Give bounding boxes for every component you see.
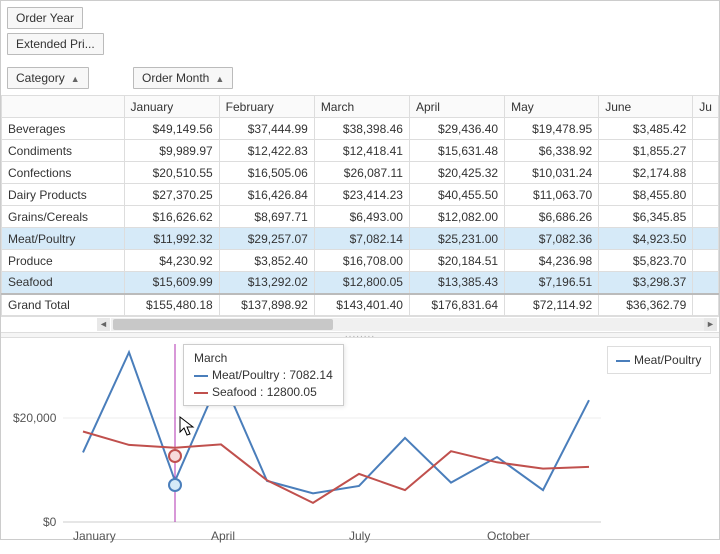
table-row-selected[interactable]: Meat/Poultry$11,992.32$29,257.07$7,082.1… — [2, 228, 719, 250]
filter-label: Category — [16, 71, 65, 85]
tooltip-title: March — [194, 351, 333, 365]
legend-item: Meat/Poultry — [634, 353, 701, 367]
filter-extended-price[interactable]: Extended Pri... — [7, 33, 104, 55]
scroll-left-icon[interactable]: ◄ — [97, 318, 110, 331]
col-may[interactable]: May — [505, 96, 599, 118]
sort-asc-icon: ▲ — [71, 74, 80, 84]
col-january[interactable]: January — [124, 96, 219, 118]
table-row[interactable]: Dairy Products$27,370.25$16,426.84$23,41… — [2, 184, 719, 206]
col-april[interactable]: April — [409, 96, 504, 118]
col-march[interactable]: March — [314, 96, 409, 118]
svg-text:April: April — [211, 529, 235, 543]
y-tick-label: $20,000 — [13, 411, 57, 425]
table-row[interactable]: Grains/Cereals$16,626.62$8,697.71$6,493.… — [2, 206, 719, 228]
column-header-row: January February March April May June Ju — [2, 96, 719, 118]
tooltip-value: Seafood : 12800.05 — [212, 385, 317, 399]
chart-panel[interactable]: $20,000 $0 January April July October Me… — [1, 338, 719, 554]
chart-legend: Meat/Poultry — [607, 346, 711, 374]
column-field-order-month[interactable]: Order Month ▲ — [133, 67, 233, 89]
svg-text:January: January — [73, 529, 116, 543]
table-row[interactable]: Beverages$49,149.56$37,444.99$38,398.46$… — [2, 118, 719, 140]
table-row[interactable]: Confections$20,510.55$16,505.06$26,087.1… — [2, 162, 719, 184]
col-june[interactable]: June — [599, 96, 693, 118]
chart-tooltip: March Meat/Poultry : 7082.14 Seafood : 1… — [183, 344, 344, 406]
y-tick-label: $0 — [43, 515, 57, 529]
col-february[interactable]: February — [219, 96, 314, 118]
sort-asc-icon: ▲ — [215, 74, 224, 84]
scroll-right-icon[interactable]: ► — [704, 318, 717, 331]
filter-area: Order Year Extended Pri... — [1, 1, 719, 61]
table-row[interactable]: Condiments$9,989.97$12,422.83$12,418.41$… — [2, 140, 719, 162]
filter-label: Order Month — [142, 71, 209, 85]
scroll-thumb[interactable] — [113, 319, 333, 330]
svg-text:October: October — [487, 529, 530, 543]
tooltip-value: Meat/Poultry : 7082.14 — [212, 368, 333, 382]
col-overflow[interactable]: Ju — [693, 96, 719, 118]
row-field-category[interactable]: Category ▲ — [7, 67, 89, 89]
filter-label: Order Year — [16, 11, 74, 25]
table-row[interactable]: Produce$4,230.92$3,852.40$16,708.00$20,1… — [2, 250, 719, 272]
pivot-grid[interactable]: January February March April May June Ju… — [1, 95, 719, 316]
table-row-selected[interactable]: Seafood$15,609.99$13,292.02$12,800.05$13… — [2, 272, 719, 294]
filter-label: Extended Pri... — [16, 37, 95, 51]
filter-order-year[interactable]: Order Year — [7, 7, 83, 29]
svg-text:July: July — [349, 529, 370, 543]
grand-total-row[interactable]: Grand Total$155,480.18$137,898.92$143,40… — [2, 294, 719, 316]
